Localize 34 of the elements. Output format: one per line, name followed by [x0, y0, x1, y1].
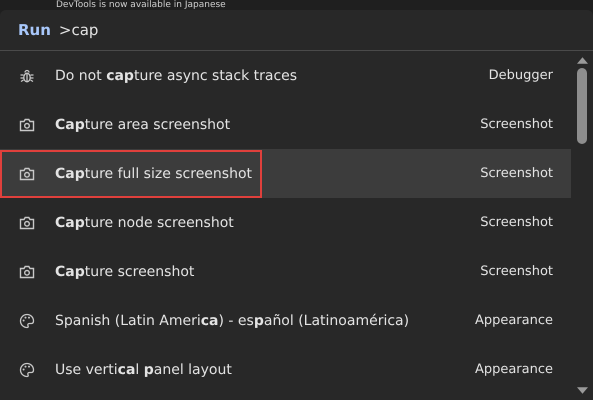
command-label: Spanish (Latin America) - español (Latinoamérica) — [55, 312, 410, 328]
command-category: Screenshot — [480, 166, 553, 181]
command-label: Capture screenshot — [55, 264, 194, 280]
bug-icon — [19, 68, 35, 84]
command-item[interactable]: Capture full size screenshot Screenshot — [0, 149, 571, 198]
scroll-down-icon[interactable] — [576, 387, 588, 394]
palette-icon — [19, 312, 35, 328]
command-input[interactable]: >cap — [58, 21, 259, 39]
command-category: Screenshot — [480, 215, 553, 230]
prompt-label: Run — [18, 21, 51, 39]
command-label: Capture node screenshot — [55, 214, 234, 230]
command-item[interactable]: Spanish (Latin America) - español (Latinoamérica) Appearance — [0, 296, 571, 345]
command-category: Screenshot — [480, 264, 553, 279]
camera-icon — [19, 166, 35, 182]
palette-icon — [19, 362, 35, 378]
command-item[interactable]: Do not capture async stack traces Debugger — [0, 51, 571, 100]
command-item[interactable]: Capture area screenshot Screenshot — [0, 100, 571, 149]
command-category: Screenshot — [480, 117, 553, 132]
camera-icon — [19, 116, 35, 132]
scroll-up-icon[interactable] — [576, 57, 588, 64]
command-label: Capture full size screenshot — [55, 166, 252, 182]
command-category: Appearance — [474, 313, 553, 328]
command-category: Appearance — [474, 362, 553, 377]
command-label: Do not capture async stack traces — [55, 68, 298, 84]
command-item[interactable]: Capture node screenshot Screenshot — [0, 198, 571, 247]
camera-icon — [19, 214, 35, 230]
camera-icon — [19, 264, 35, 280]
command-item[interactable]: Capture screenshot Screenshot — [0, 247, 571, 296]
banner-text: DevTools is now available in Japanese — [56, 0, 226, 10]
command-label: Use vertical panel layout — [55, 362, 232, 378]
command-item[interactable]: Use vertical panel layout Appearance — [0, 345, 571, 394]
scrollbar-thumb[interactable] — [577, 68, 587, 144]
command-category: Debugger — [488, 68, 553, 83]
command-label: Capture area screenshot — [55, 116, 230, 132]
